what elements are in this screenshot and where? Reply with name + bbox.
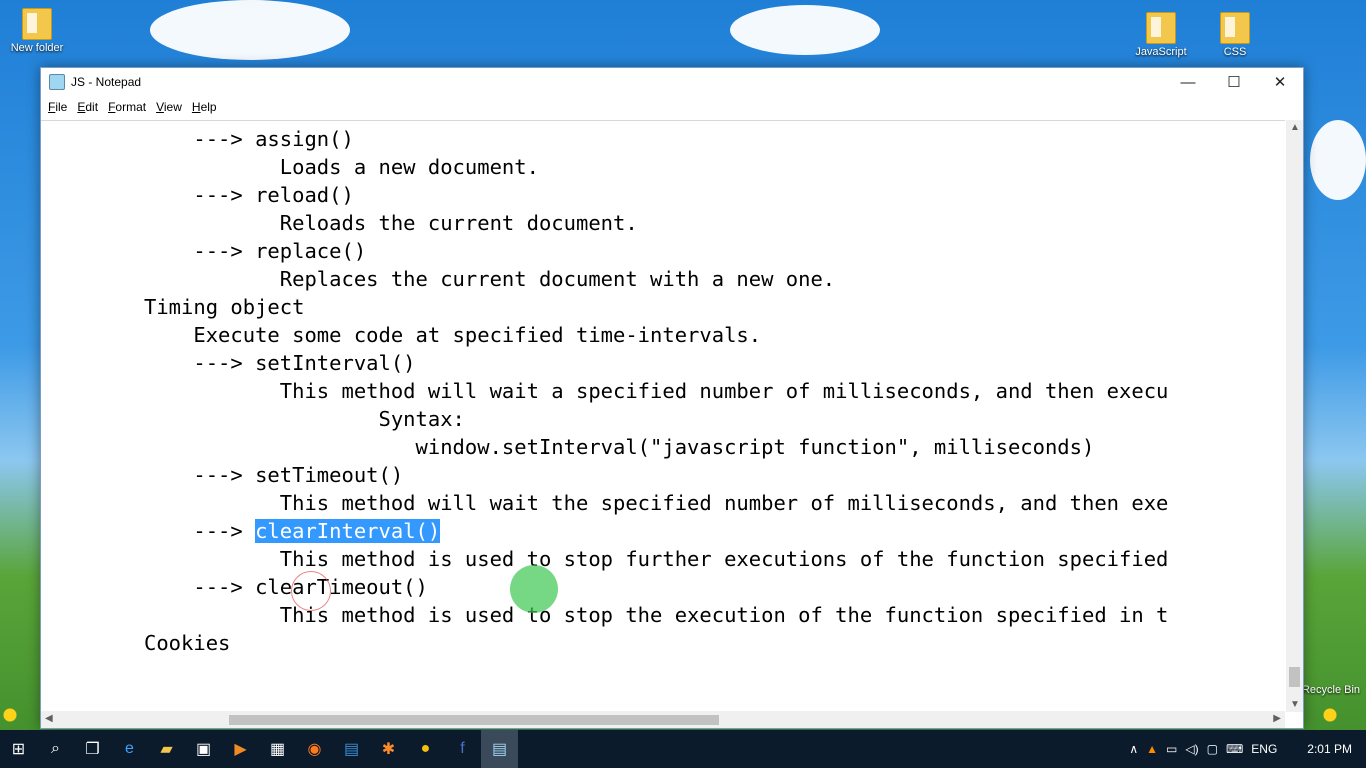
desktop-icon-new-folder[interactable]: New folder xyxy=(2,8,72,54)
text-line: Syntax: xyxy=(144,407,465,431)
paint-icon[interactable]: ✱ xyxy=(370,730,407,768)
desktop-icon-css[interactable]: CSS xyxy=(1200,12,1270,58)
vlc-icon[interactable]: ▲ xyxy=(1146,742,1158,756)
keyboard-icon[interactable]: ⌨ xyxy=(1226,742,1243,756)
notepad-taskbar-icon[interactable]: ▤ xyxy=(481,730,518,768)
chrome-icon[interactable]: ● xyxy=(407,730,444,768)
cloud xyxy=(730,5,880,55)
menu-help[interactable]: Help xyxy=(187,100,222,114)
vertical-scroll-thumb[interactable] xyxy=(1289,667,1300,687)
selected-text: clearInterval() xyxy=(255,519,441,543)
vertical-scrollbar[interactable]: ▲ ▼ xyxy=(1286,120,1303,712)
volume-icon[interactable]: ◁) xyxy=(1185,742,1198,756)
task-view-icon[interactable]: ❐ xyxy=(74,730,111,768)
text-line: ---> reload() xyxy=(144,183,354,207)
text-line: Replaces the current document with a new… xyxy=(144,267,836,291)
clock[interactable]: 2:01 PM xyxy=(1307,742,1352,756)
film-icon[interactable]: ▦ xyxy=(259,730,296,768)
text-line: ---> setTimeout() xyxy=(144,463,404,487)
network-icon[interactable]: ▭ xyxy=(1166,742,1177,756)
text-line: Execute some code at specified time-inte… xyxy=(144,323,762,347)
title-bar[interactable]: JS - Notepad — ☐ ✕ xyxy=(41,68,1303,96)
media-player-icon[interactable]: ▶ xyxy=(222,730,259,768)
notification-icon[interactable]: ▢ xyxy=(1207,742,1218,756)
menu-format[interactable]: Format xyxy=(103,100,151,114)
folder-icon xyxy=(1220,12,1250,44)
text-line: This method will wait a specified number… xyxy=(144,379,1169,403)
menu-file[interactable]: File xyxy=(43,100,72,114)
text-line: ---> assign() xyxy=(144,127,354,151)
text-line: This method is used to stop further exec… xyxy=(144,547,1169,571)
taskbar: ⊞ ⌕ ❐ e ▰ ▣ ▶ ▦ ◉ ▤ ✱ ● f ▤ ∧ ▲ ▭ ◁) ▢ ⌨… xyxy=(0,730,1366,768)
text-line: This method will wait the specified numb… xyxy=(144,491,1169,515)
windows-start-icon[interactable]: ⊞ xyxy=(0,730,37,768)
edge-icon[interactable]: e xyxy=(111,730,148,768)
desktop-icon-label: New folder xyxy=(10,42,64,54)
scroll-right-icon[interactable]: ▶ xyxy=(1273,713,1281,724)
editor-text[interactable]: ---> assign() Loads a new document. --->… xyxy=(41,121,1285,657)
desktop-icon-recycle-bin[interactable]: Recycle Bin xyxy=(1296,684,1366,696)
window-title: JS - Notepad xyxy=(71,75,142,89)
chevron-up-icon[interactable]: ∧ xyxy=(1129,742,1138,756)
file-explorer-icon[interactable]: ▰ xyxy=(148,730,185,768)
text-line: ---> replace() xyxy=(144,239,367,263)
menu-bar: File Edit Format View Help xyxy=(41,96,1303,118)
scroll-down-icon[interactable]: ▼ xyxy=(1290,699,1300,710)
text-line: window.setInterval("javascript function"… xyxy=(144,435,1095,459)
search-icon[interactable]: ⌕ xyxy=(37,730,74,768)
menu-edit[interactable]: Edit xyxy=(72,100,103,114)
cursor-highlight xyxy=(510,565,558,613)
desktop-icon-label: Recycle Bin xyxy=(1301,684,1361,696)
maximize-button[interactable]: ☐ xyxy=(1211,68,1257,96)
click-indicator xyxy=(291,571,331,611)
text-line: Loads a new document. xyxy=(144,155,539,179)
text-line: ---> xyxy=(144,519,256,543)
folder-icon xyxy=(22,8,52,40)
text-editor[interactable]: ---> assign() Loads a new document. --->… xyxy=(41,120,1285,713)
folder-icon xyxy=(1146,12,1176,44)
text-line: ---> clearTimeout() xyxy=(144,575,428,599)
app-icon[interactable]: ▤ xyxy=(333,730,370,768)
menu-view[interactable]: View xyxy=(151,100,187,114)
text-line: Timing object xyxy=(144,295,305,319)
scroll-up-icon[interactable]: ▲ xyxy=(1290,122,1300,133)
text-line: Reloads the current document. xyxy=(144,211,638,235)
close-button[interactable]: ✕ xyxy=(1257,68,1303,96)
desktop-icon-label: CSS xyxy=(1223,46,1247,58)
cloud xyxy=(1310,120,1366,200)
text-line: ---> setInterval() xyxy=(144,351,416,375)
horizontal-scrollbar[interactable]: ◀ ▶ xyxy=(41,711,1285,728)
system-tray: ∧ ▲ ▭ ◁) ▢ ⌨ ENG 2:01 PM xyxy=(1129,742,1366,756)
language-indicator[interactable]: ENG xyxy=(1251,742,1277,756)
minimize-button[interactable]: — xyxy=(1165,68,1211,96)
desktop-icon-javascript[interactable]: JavaScript xyxy=(1126,12,1196,58)
store-icon[interactable]: ▣ xyxy=(185,730,222,768)
firefox-icon[interactable]: ◉ xyxy=(296,730,333,768)
facebook-icon[interactable]: f xyxy=(444,730,481,768)
scroll-left-icon[interactable]: ◀ xyxy=(45,713,53,724)
notepad-icon xyxy=(49,74,65,90)
desktop-icon-label: JavaScript xyxy=(1135,46,1187,58)
horizontal-scroll-thumb[interactable] xyxy=(229,715,719,725)
cloud xyxy=(150,0,350,60)
notepad-window: JS - Notepad — ☐ ✕ File Edit Format View… xyxy=(40,67,1304,729)
text-line: Cookies xyxy=(144,631,231,655)
